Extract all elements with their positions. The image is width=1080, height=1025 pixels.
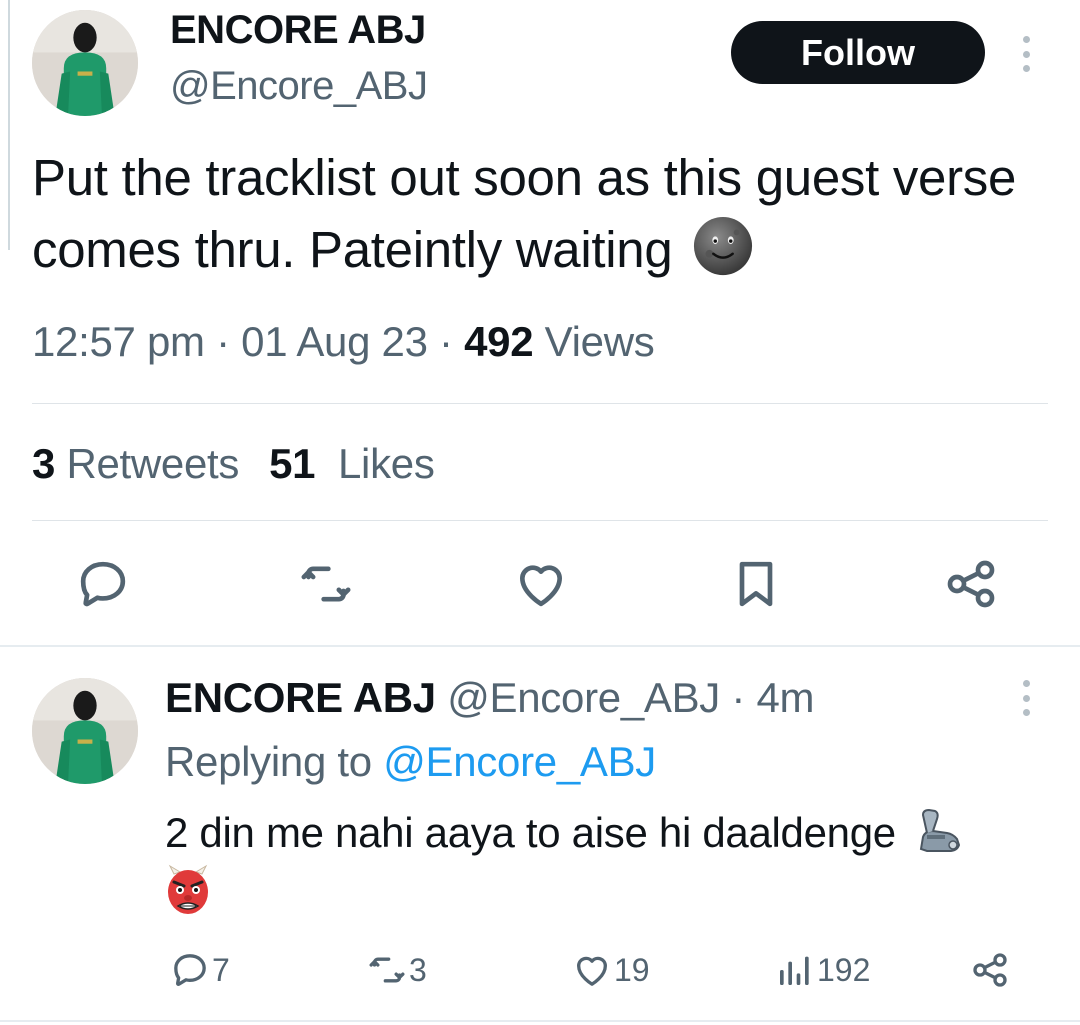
likes-count: 51 [269,440,316,487]
mechanical-arm-emoji-icon [913,805,965,857]
replying-to: Replying to @Encore_ABJ [165,738,656,786]
retweets-count: 3 [409,951,427,988]
like-icon[interactable] [513,556,569,612]
like-icon [577,956,607,986]
retweets-label: Retweets [66,440,240,487]
goblin-emoji-icon [160,862,216,918]
divider [32,520,1048,521]
share-icon[interactable] [943,556,999,612]
reply-time[interactable]: 4m [756,674,814,721]
bookmark-icon[interactable] [728,556,784,612]
replying-handle-link[interactable]: @Encore_ABJ [383,738,656,785]
replies-count: 7 [212,951,230,988]
tweet-date[interactable]: 01 Aug 23 [241,318,428,365]
views-count: 492 [464,318,534,365]
divider [32,403,1048,404]
display-name[interactable]: ENCORE ABJ [170,8,426,53]
retweets-stat[interactable]: 3 Retweets [32,440,239,487]
views-label: Views [544,318,655,365]
follow-button[interactable]: Follow [731,21,985,84]
divider [0,645,1080,647]
new-moon-face-emoji-icon [692,215,754,277]
reply-body: 2 din me nahi aaya to aise hi daaldenge [165,809,896,856]
replying-prefix: Replying to [165,738,372,785]
reply-retweet-action[interactable]: 3 [367,950,427,990]
tweet-text: Put the tracklist out soon as this guest… [32,142,1042,286]
reply-display-name[interactable]: ENCORE ABJ [165,674,436,721]
reply-like-action[interactable]: 19 [572,950,650,990]
reply-share-action[interactable] [970,950,1010,990]
reply-text: 2 din me nahi aaya to aise hi daaldenge [165,805,1055,861]
tweet-time[interactable]: 12:57 pm [32,318,205,365]
retweets-count: 3 [32,440,56,487]
retweet-icon[interactable] [298,556,354,612]
divider [0,1020,1080,1022]
share-icon [973,953,1007,987]
engagement-stats: 3 Retweets 51 Likes [32,440,435,488]
views-chart-icon [780,956,809,985]
reply-replies-action[interactable]: 7 [170,950,230,990]
avatar[interactable] [32,678,138,784]
tweet-meta: 12:57 pm · 01 Aug 23 · 492 Views [32,318,655,365]
more-options-icon[interactable] [1020,680,1032,716]
retweet-icon [369,957,405,983]
reply-icon [174,954,206,986]
tweet-body: Put the tracklist out soon as this guest… [32,149,1017,278]
views-count: 192 [817,951,871,988]
likes-label: Likes [338,440,435,487]
reply-icon[interactable] [75,556,131,612]
likes-count: 19 [614,951,650,988]
reply-handle[interactable]: @Encore_ABJ [447,674,720,721]
avatar[interactable] [32,10,138,116]
likes-stat[interactable]: 51 Likes [269,440,435,487]
more-options-icon[interactable] [1020,36,1032,72]
reply-header: ENCORE ABJ @Encore_ABJ · 4m [165,674,815,721]
reply-views-action[interactable]: 192 [775,950,870,990]
thread-line [8,0,10,250]
handle[interactable]: @Encore_ABJ [170,64,428,109]
